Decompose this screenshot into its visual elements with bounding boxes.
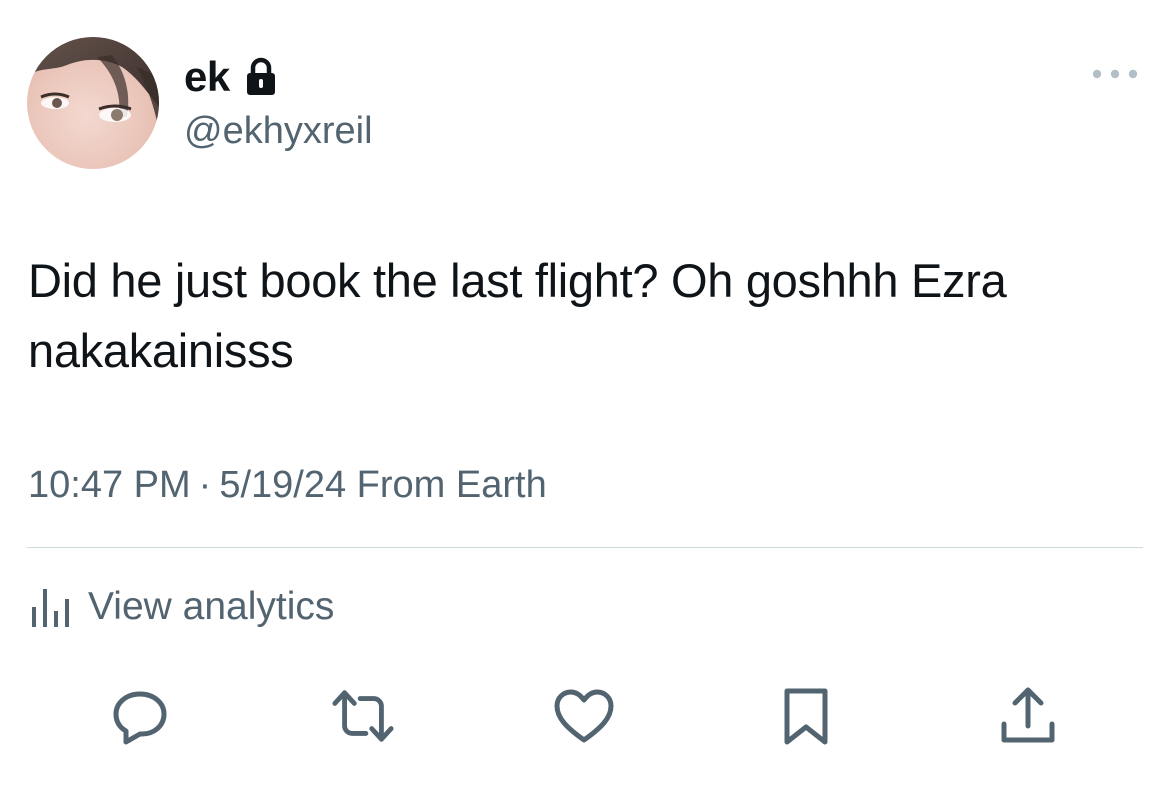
author-handle[interactable]: @ekhyxreil xyxy=(184,108,373,154)
author-display-name[interactable]: ek xyxy=(184,52,230,102)
bookmark-button[interactable] xyxy=(774,684,838,748)
tweet-time[interactable]: 10:47 PM xyxy=(28,464,191,506)
reply-button[interactable] xyxy=(108,684,172,748)
tweet-date[interactable]: 5/19/24 xyxy=(219,464,346,506)
meta-separator: · xyxy=(198,464,212,506)
reply-icon xyxy=(113,691,167,745)
tweet-text: Did he just book the last flight? Oh gos… xyxy=(28,254,1007,377)
view-analytics-label: View analytics xyxy=(88,585,335,628)
bookmark-icon xyxy=(784,688,828,745)
avatar[interactable] xyxy=(27,37,159,169)
more-options-icon[interactable] xyxy=(1090,62,1140,86)
like-button[interactable] xyxy=(552,684,616,748)
like-icon xyxy=(554,689,614,743)
retweet-button[interactable] xyxy=(331,684,395,748)
share-button[interactable] xyxy=(996,684,1060,748)
lock-icon xyxy=(246,57,275,95)
avatar-image xyxy=(27,37,159,169)
tweet-source: From Earth xyxy=(356,464,547,506)
author-name-row: ek xyxy=(184,52,278,102)
retweet-icon xyxy=(332,690,394,742)
divider xyxy=(27,547,1143,548)
view-analytics-link[interactable]: View analytics xyxy=(30,582,334,632)
tweet-meta: 10:47 PM · 5/19/24 From Earth xyxy=(28,460,547,510)
share-icon xyxy=(1001,687,1055,743)
analytics-icon xyxy=(32,589,69,627)
